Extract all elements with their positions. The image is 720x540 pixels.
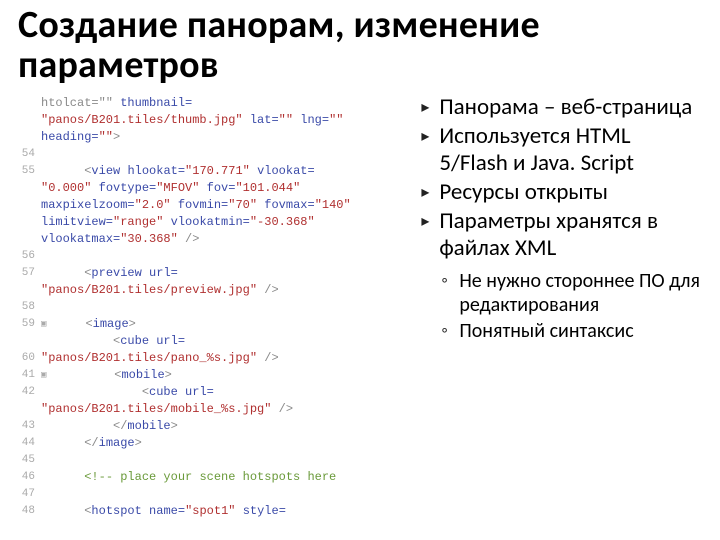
code-line: <preview url= (41, 265, 408, 282)
line-number: 47 (19, 486, 35, 503)
line-number: 45 (19, 452, 35, 469)
line-number (19, 95, 35, 112)
line-number: 48 (19, 503, 35, 520)
code-line: vlookatmax="30.368" /> (41, 231, 408, 248)
slide-title: Создание панорам, изменение параметров (18, 6, 702, 86)
code-line: maxpixelzoom="2.0" fovmin="70" fovmax="1… (41, 197, 408, 214)
line-number (19, 112, 35, 129)
bullet-item: Панорама – веб-страница (421, 94, 698, 121)
bullet-list-sub: Не нужно стороннее ПО для редактирования… (421, 269, 702, 344)
slide: Создание панорам, изменение параметров 5… (0, 0, 720, 540)
line-number: 44 (19, 435, 35, 452)
code-line: <cube url= (41, 384, 408, 401)
code-line (41, 146, 408, 163)
line-number: 46 (19, 469, 35, 486)
line-number: 60 (19, 350, 35, 367)
line-number: 55 (19, 163, 35, 180)
line-number (19, 282, 35, 299)
code-line (41, 299, 408, 316)
line-number-gutter: 5455 5657 5859 604142 434445464748 (19, 95, 41, 520)
code-line: <!-- place your scene hotspots here (41, 469, 408, 486)
line-number: 41 (19, 367, 35, 384)
code-line (41, 452, 408, 469)
code-line: limitview="range" vlookatmin="-30.368" (41, 214, 408, 231)
bullet-item: Используется HTML 5/Flash и Java. Script (421, 123, 698, 177)
sub-bullet-item: Понятный синтаксис (421, 319, 702, 343)
code-line: heading=""> (41, 129, 408, 146)
bullet-item: Параметры хранятся в файлах XML (421, 208, 698, 262)
line-number: 59 (19, 316, 35, 333)
code-panel: 5455 5657 5859 604142 434445464748 htolcat="… (18, 94, 409, 521)
sub-bullet-item: Не нужно стороннее ПО для редактирования (421, 269, 702, 318)
code-line: </mobile> (41, 418, 408, 435)
code-line (41, 486, 408, 503)
code-line (41, 248, 408, 265)
code-line: "0.000" fovtype="MFOV" fov="101.044" (41, 180, 408, 197)
line-number: 43 (19, 418, 35, 435)
code-line: ▣ <image> (41, 316, 408, 333)
line-number (19, 180, 35, 197)
code-line: <view hlookat="170.771" vlookat= (41, 163, 408, 180)
line-number (19, 197, 35, 214)
code-line: "panos/B201.tiles/thumb.jpg" lat="" lng=… (41, 112, 408, 129)
code-lines: htolcat="" thumbnail="panos/B201.tiles/t… (41, 95, 408, 520)
line-number: 57 (19, 265, 35, 282)
code-block: 5455 5657 5859 604142 434445464748 htolcat="… (18, 94, 409, 521)
line-number (19, 231, 35, 248)
line-number (19, 129, 35, 146)
line-number (19, 333, 35, 350)
code-line: htolcat="" thumbnail= (41, 95, 408, 112)
line-number (19, 401, 35, 418)
code-line: ▣ <mobile> (41, 367, 408, 384)
code-line: </image> (41, 435, 408, 452)
code-line: <hotspot name="spot1" style= (41, 503, 408, 520)
bullet-item: Ресурсы открыты (421, 179, 698, 206)
code-line: <cube url= (41, 333, 408, 350)
line-number: 54 (19, 146, 35, 163)
line-number: 42 (19, 384, 35, 401)
line-number (19, 214, 35, 231)
slide-body: 5455 5657 5859 604142 434445464748 htolcat="… (18, 94, 702, 521)
bullet-panel: Панорама – веб-страница Используется HTM… (421, 94, 702, 521)
line-number: 58 (19, 299, 35, 316)
code-line: "panos/B201.tiles/pano_%s.jpg" /> (41, 350, 408, 367)
bullet-list-main: Панорама – веб-страница Используется HTM… (421, 94, 702, 263)
code-line: "panos/B201.tiles/preview.jpg" /> (41, 282, 408, 299)
line-number: 56 (19, 248, 35, 265)
code-line: "panos/B201.tiles/mobile_%s.jpg" /> (41, 401, 408, 418)
